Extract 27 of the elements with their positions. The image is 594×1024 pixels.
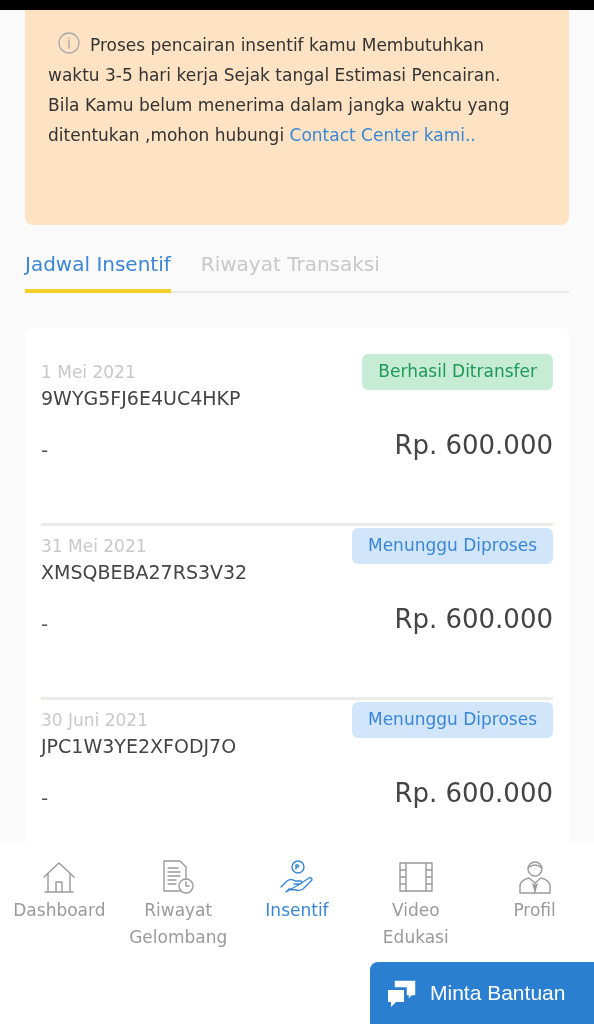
info-icon [58,32,80,54]
film-icon [397,859,434,895]
nav-item[interactable]: Profil [479,859,590,924]
amount-text: Rp. 600.000 [394,429,553,462]
note-text: - [41,437,49,464]
nav-item[interactable]: Dashboard [4,859,115,924]
tab[interactable]: Jadwal Insentif [25,249,171,293]
notice-text: Proses pencairan insentif kamu Membutuhkan waktu 3-5 hari kerja Sejak tangal Estimasi Pencairan. Bila Kamu belum menerima dalam jangka waktu yang ditentukan ,mohon hubungi Contact Center kami.. [48,30,519,150]
transaction-code: JPC1W3YE2XFODJ7O [41,734,237,759]
chat-bubbles-icon [386,978,418,1008]
transaction-code: 9WYG5FJ6E4UC4HKP [41,386,241,411]
status-badge: Menunggu Diproses [352,528,553,564]
nav-item[interactable]: Riwayat Gelombang [123,859,234,951]
document-clock-icon [160,859,197,895]
amount-text: Rp. 600.000 [394,603,553,636]
note-text: - [41,785,49,812]
transaction-code: XMSQBEBA27RS3V32 [41,560,248,585]
amount-text: Rp. 600.000 [394,777,553,810]
help-button[interactable]: Minta Bantuan [370,962,594,1024]
nav-item[interactable]: Insentif [242,859,352,924]
person-icon [516,859,553,895]
nav-item[interactable]: Video Edukasi [360,859,471,951]
status-badge: Berhasil Ditransfer [362,354,553,390]
contact-center-link[interactable]: Contact Center kami.. [289,125,476,145]
note-text: - [41,611,49,638]
status-badge: Menunggu Diproses [352,702,553,738]
hand-coin-icon [279,859,315,895]
